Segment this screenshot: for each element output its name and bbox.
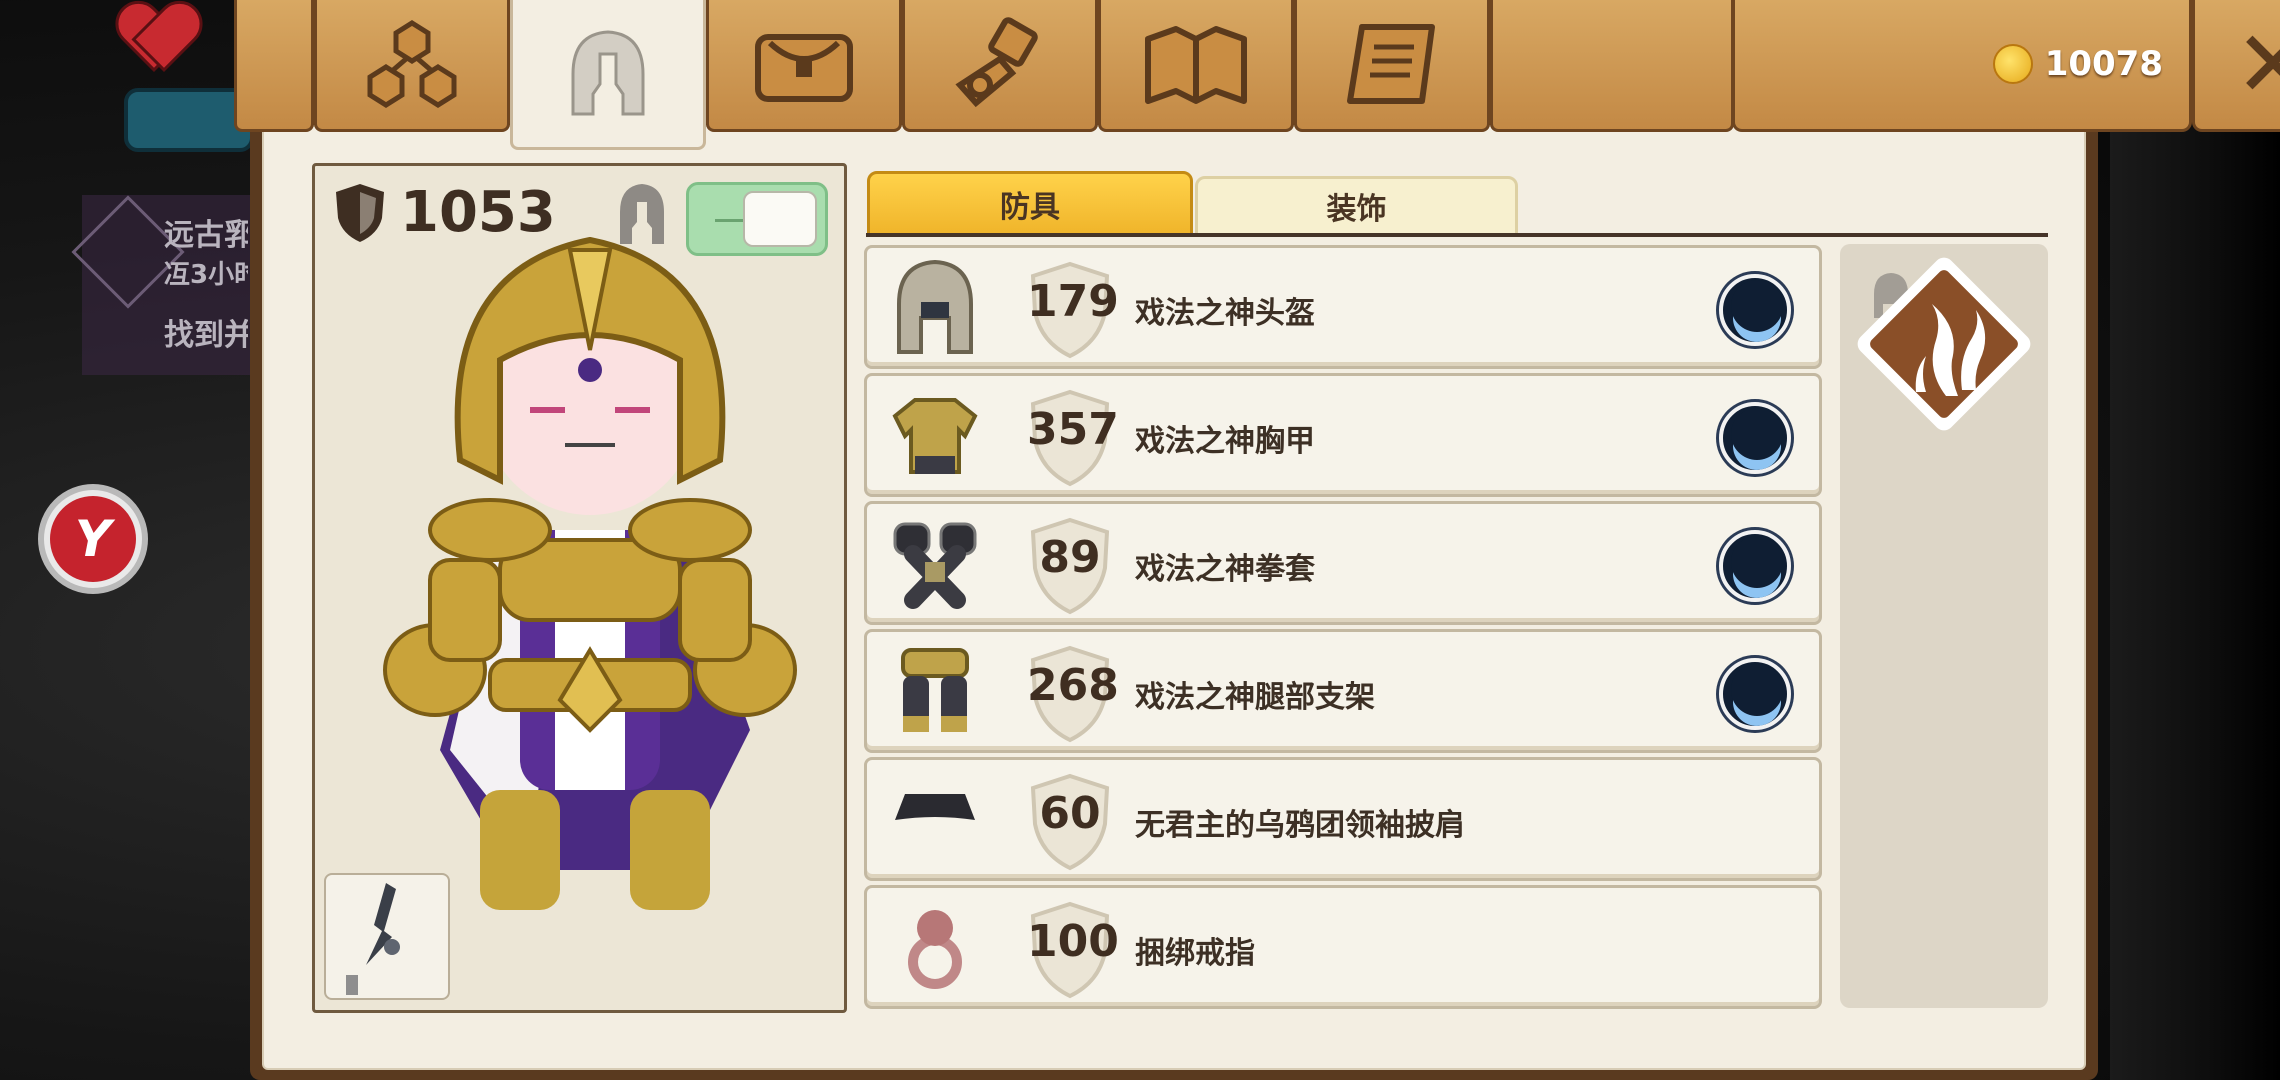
tab-skills[interactable] [314,0,510,132]
tab-spacer [1490,0,1734,132]
armor-value: 100 [1027,916,1119,967]
armor-value: 89 [1039,532,1101,583]
equipment-row-legs[interactable]: 268 戏法之神腿部支架 [864,629,1822,753]
armor-value: 268 [1027,660,1119,711]
tab-edge [234,0,314,132]
enchant-moon-icon[interactable] [1719,530,1791,602]
armor-shield-icon [336,183,384,242]
item-name: 无君主的乌鸦团领袖披肩 [1135,808,1465,843]
tab-quests[interactable] [1294,0,1490,132]
quest-timer: 冱3小时 [164,260,248,290]
currency-strip: 10078 [1732,0,2192,132]
scroll-icon [1347,23,1435,104]
quest-objective: 找到并 [164,318,248,353]
floating-app-badge[interactable]: Y [38,484,148,594]
item-name: 捆绑戒指 [1135,936,1255,971]
leggings-item-icon [901,648,969,732]
equipment-row-cape[interactable]: 60 无君主的乌鸦团领袖披肩 [864,757,1822,881]
health-hearts [118,4,192,72]
tab-crafting[interactable] [902,0,1098,132]
feather-item-icon [346,883,400,995]
quest-title: 远古郛 [164,218,248,253]
equipment-row-helmet[interactable]: 179 戏法之神头盔 [864,245,1822,369]
coin-amount: 10078 [2044,44,2163,84]
equipment-row-gloves[interactable]: 89 戏法之神拳套 [864,501,1822,625]
subtab-divider [866,233,2048,237]
item-name: 戏法之神头盔 [1135,296,1315,331]
tab-map[interactable] [1098,0,1294,132]
top-tab-strip: 10078 ✕ [232,0,2280,150]
bag-icon [755,33,853,102]
item-name: 戏法之神腿部支架 [1135,680,1375,715]
map-icon [1145,25,1247,104]
tab-equipment[interactable] [510,0,706,150]
game-scene-edge [2110,0,2280,1080]
helmet-item-icon [897,259,973,354]
coin-icon [1992,44,2033,84]
subtab-armor[interactable]: 防具 [867,171,1193,236]
item-name: 戏法之神胸甲 [1135,424,1315,459]
coin-counter: 10078 [1992,44,2163,84]
offhand-item-slot[interactable] [324,873,450,1000]
app-logo-icon: Y [50,496,136,582]
hammer-icon [955,16,1038,107]
armor-value: 60 [1039,788,1101,839]
armor-value: 357 [1027,404,1119,455]
equipment-row-ring[interactable]: 100 捆绑戒指 [864,885,1822,1009]
heart-icon [118,4,192,72]
hierarchy-icon [367,19,457,108]
close-button[interactable]: ✕ [2192,0,2280,132]
armor-value: 179 [1027,276,1119,327]
item-name: 戏法之神拳套 [1135,552,1315,587]
chestplate-item-icon [892,398,978,474]
close-icon: ✕ [2234,10,2280,118]
claw-skill-icon [1915,304,1986,396]
ring-item-icon [908,910,962,989]
cape-item-icon [895,794,975,820]
tab-backpack[interactable] [706,0,902,132]
character-model[interactable] [380,230,800,950]
gauntlets-item-icon [893,522,977,609]
equipment-row-chest[interactable]: 357 戏法之神胸甲 [864,373,1822,497]
enchant-moon-icon[interactable] [1719,658,1791,730]
enchant-moon-icon[interactable] [1719,274,1791,346]
subtab-decoration[interactable]: 装饰 [1195,176,1518,236]
helmet-icon [571,29,645,115]
enchant-moon-icon[interactable] [1719,402,1791,474]
